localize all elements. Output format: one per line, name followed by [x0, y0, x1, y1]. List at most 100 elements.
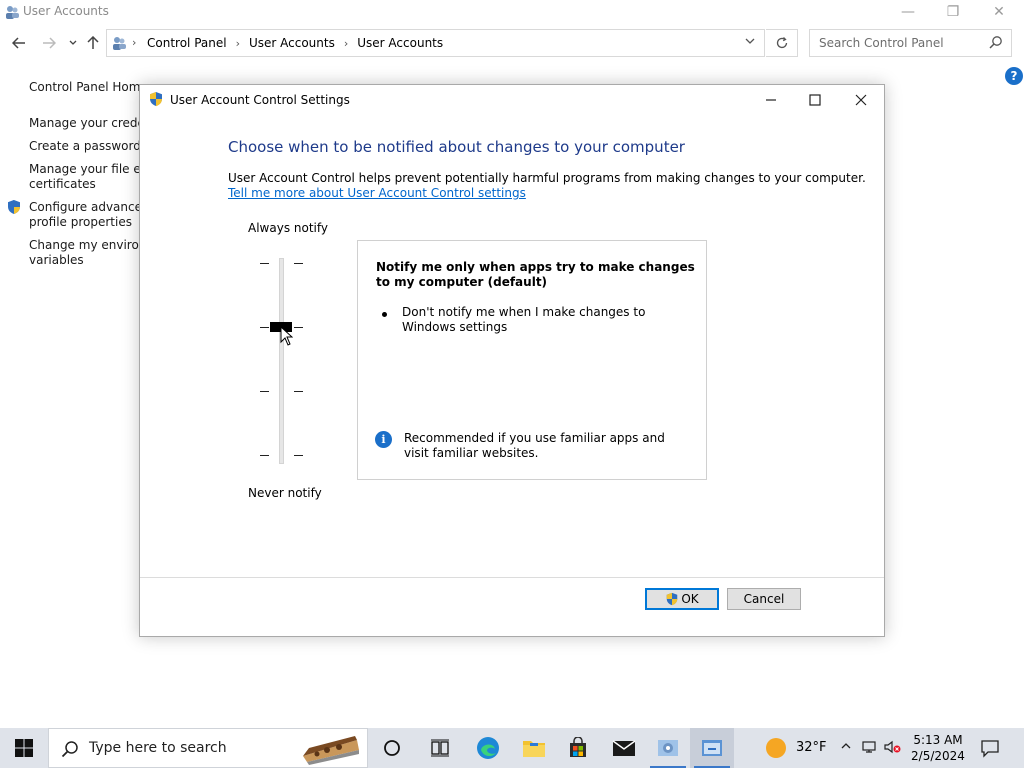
- show-hidden-icons-button[interactable]: [840, 740, 852, 756]
- up-button[interactable]: [82, 32, 104, 54]
- sidebar-item-configure-advanced-profile[interactable]: Configure advanced: [29, 200, 140, 215]
- search-control-panel-input[interactable]: Search Control Panel: [809, 29, 1012, 57]
- microsoft-store-icon: [570, 737, 586, 757]
- help-icon[interactable]: ?: [1005, 67, 1023, 85]
- task-view-icon: [431, 739, 449, 757]
- slider-tick: [260, 455, 269, 456]
- breadcrumb-user-accounts[interactable]: User Accounts: [249, 36, 335, 50]
- start-button[interactable]: [0, 728, 48, 768]
- ok-button[interactable]: OK: [645, 588, 719, 610]
- clock[interactable]: 5:13 AM 2/5/2024: [908, 732, 968, 764]
- mouse-cursor-icon: [280, 326, 293, 346]
- forward-button[interactable]: [38, 32, 60, 54]
- breadcrumb-separator-icon: ›: [343, 36, 349, 50]
- sidebar-item-control-panel-home[interactable]: Control Panel Home: [29, 80, 140, 95]
- dialog-close-button[interactable]: [838, 85, 884, 115]
- tell-me-more-link[interactable]: Tell me more about User Account Control …: [228, 186, 526, 200]
- sidebar-item-manage-credentials[interactable]: Manage your credent: [29, 116, 140, 131]
- volume-tray-button[interactable]: [884, 740, 902, 758]
- sidebar-item-configure-advanced-profile-line2[interactable]: profile properties: [29, 215, 132, 230]
- slider-tick: [260, 327, 269, 328]
- weather-temperature[interactable]: 32°F: [796, 740, 827, 755]
- search-placeholder: Search Control Panel: [819, 36, 944, 50]
- sidebar-item-manage-file-encryption-line2[interactable]: certificates: [29, 177, 96, 192]
- chevron-up-icon: [841, 743, 851, 749]
- task-view-icon-button[interactable]: [418, 728, 462, 768]
- setting-title: Notify me only when apps try to make cha…: [376, 260, 695, 289]
- breadcrumb: Control Panel › User Accounts › User Acc…: [147, 36, 443, 50]
- search-icon: [989, 36, 1002, 49]
- folder-icon: [523, 741, 545, 757]
- always-notify-label: Always notify: [248, 221, 328, 235]
- forward-arrow-icon: [43, 37, 56, 49]
- dialog-description: User Account Control helps prevent poten…: [228, 171, 866, 185]
- slider-tick: [260, 391, 269, 392]
- window-title: User Accounts: [23, 4, 109, 18]
- control-panel-taskbar-button[interactable]: [646, 728, 690, 768]
- weather-sun-icon[interactable]: [766, 738, 786, 758]
- network-tray-button[interactable]: [862, 740, 878, 758]
- cortana-circle-icon: [384, 740, 400, 756]
- breadcrumb-separator-icon: ›: [235, 36, 240, 50]
- address-dropdown-icon[interactable]: [744, 35, 756, 47]
- taskbar-search-box[interactable]: Type here to search: [48, 728, 368, 768]
- notifications-icon[interactable]: [980, 738, 1000, 758]
- address-row: › Control Panel › User Accounts › User A…: [0, 28, 1024, 60]
- file-explorer-taskbar-button[interactable]: [512, 728, 556, 768]
- sidebar-item-manage-file-encryption[interactable]: Manage your file enc: [29, 162, 140, 177]
- slider-tick: [260, 263, 269, 264]
- address-bar[interactable]: › Control Panel › User Accounts › User A…: [106, 29, 765, 57]
- cancel-button[interactable]: Cancel: [727, 588, 801, 610]
- sidebar-item-change-environment-variables[interactable]: Change my environm: [29, 238, 140, 253]
- setting-description-panel: Notify me only when apps try to make cha…: [357, 240, 707, 480]
- refresh-button[interactable]: [766, 29, 798, 57]
- minimize-button[interactable]: —: [885, 0, 931, 24]
- task-view-button[interactable]: [370, 728, 414, 768]
- sidebar-item-create-password-reset[interactable]: Create a password re: [29, 139, 140, 154]
- slider-tick: [294, 327, 303, 328]
- dialog-maximize-button[interactable]: [792, 85, 838, 115]
- volume-muted-icon: [884, 740, 901, 754]
- clock-date: 2/5/2024: [911, 749, 965, 763]
- user-accounts-icon: [113, 37, 126, 50]
- back-button[interactable]: [8, 32, 30, 54]
- breadcrumb-user-accounts-current[interactable]: User Accounts: [357, 36, 443, 50]
- uac-shield-icon: [150, 92, 162, 107]
- slider-track[interactable]: [279, 258, 284, 464]
- search-highlight-pie-icon: [303, 736, 359, 765]
- windows-logo-icon: [15, 739, 33, 757]
- never-notify-label: Never notify: [248, 486, 322, 500]
- control-panel-icon: [658, 740, 678, 756]
- uac-shield-icon: [8, 200, 20, 214]
- setting-recommendation: Recommended if you use familiar apps and…: [404, 431, 665, 460]
- refresh-icon: [776, 37, 787, 49]
- window-titlebar: User Accounts — ❐ ✕: [0, 0, 1024, 24]
- mail-taskbar-button[interactable]: [602, 728, 646, 768]
- slider-tick: [294, 455, 303, 456]
- edge-icon: [477, 737, 499, 759]
- sidebar: Control Panel Home Manage your credent C…: [0, 72, 140, 292]
- chevron-down-icon: [69, 40, 77, 45]
- clock-time: 5:13 AM: [913, 733, 963, 747]
- taskbar: Type here to search 32°F 5:13 AM 2/5/202…: [0, 728, 1024, 768]
- dialog-minimize-button[interactable]: [748, 85, 794, 115]
- back-arrow-icon: [12, 37, 25, 49]
- sidebar-item-change-environment-variables-line2[interactable]: variables: [29, 253, 84, 268]
- restore-button[interactable]: ❐: [930, 0, 976, 24]
- edge-taskbar-button[interactable]: [466, 728, 510, 768]
- uac-settings-taskbar-button[interactable]: [690, 728, 734, 768]
- close-button[interactable]: ✕: [976, 0, 1022, 24]
- dialog-heading: Choose when to be notified about changes…: [228, 138, 685, 156]
- store-taskbar-button[interactable]: [556, 728, 600, 768]
- setting-bullet: Don't notify me when I make changes to W…: [402, 305, 646, 334]
- breadcrumb-control-panel[interactable]: Control Panel: [147, 36, 227, 50]
- recent-locations-button[interactable]: [62, 32, 84, 54]
- uac-settings-dialog: User Account Control Settings Choose whe…: [139, 84, 885, 637]
- breadcrumb-separator-icon: ›: [132, 36, 137, 49]
- search-icon: [61, 741, 78, 758]
- user-accounts-icon: [6, 6, 19, 19]
- dialog-separator: [140, 577, 884, 578]
- close-icon: [855, 94, 867, 106]
- slider-tick: [294, 391, 303, 392]
- uac-window-icon: [702, 740, 722, 756]
